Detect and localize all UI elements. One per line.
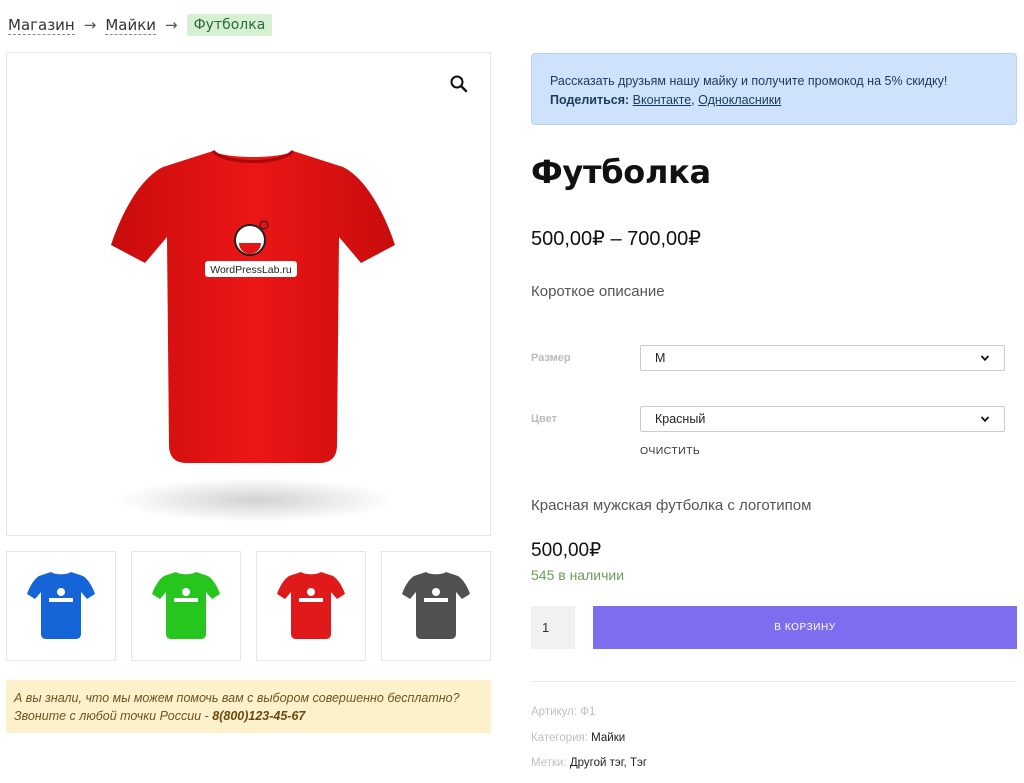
add-to-cart-button[interactable]: В КОРЗИНУ xyxy=(593,606,1017,649)
share-text: Рассказать друзьям нашу майку и получите… xyxy=(550,74,948,88)
share-link-ok[interactable]: Однокласники xyxy=(698,93,781,107)
product-tags: Метки: Другой тэг, Тэг xyxy=(531,757,647,769)
help-info-line2: Звоните с любой точки России - 8(800)123… xyxy=(14,707,483,725)
product-short-description: Короткое описание xyxy=(531,283,665,300)
breadcrumb-link-shop[interactable]: Магазин xyxy=(8,16,75,35)
chevron-down-icon xyxy=(980,355,990,362)
thumbnail-green[interactable] xyxy=(131,551,241,661)
chevron-down-icon xyxy=(980,416,990,423)
product-title: Футболка xyxy=(531,153,711,191)
help-info-line2-text: Звоните с любой точки России - xyxy=(14,709,213,723)
variation-description: Красная мужская футболка с логотипом xyxy=(531,497,812,514)
tshirt-thumb-icon xyxy=(277,572,345,639)
size-select[interactable]: M xyxy=(640,345,1005,371)
category-link[interactable]: Майки xyxy=(591,732,625,744)
breadcrumb-separator: → xyxy=(83,16,97,34)
category-label: Категория: xyxy=(531,732,588,744)
breadcrumb-current: Футболка xyxy=(186,14,273,36)
tag-separator: , xyxy=(623,757,627,769)
thumbnail-red[interactable] xyxy=(256,551,366,661)
sku-value: Ф1 xyxy=(580,706,596,718)
tag-link[interactable]: Тэг xyxy=(630,757,647,769)
tshirt-image: WordPressLab.ru xyxy=(111,149,395,522)
size-select-value: M xyxy=(655,351,666,365)
quantity-input[interactable]: 1 xyxy=(531,606,575,649)
thumbnail-blue[interactable] xyxy=(6,551,116,661)
breadcrumb-link-tshirts[interactable]: Майки xyxy=(105,16,157,35)
tag-link[interactable]: Другой тэг xyxy=(570,757,624,769)
thumbnail-gallery xyxy=(6,551,491,661)
zoom-icon[interactable] xyxy=(448,73,470,95)
tshirt-thumb-icon xyxy=(402,572,470,639)
share-box: Рассказать друзьям нашу майку и получите… xyxy=(531,53,1017,125)
tshirt-thumb-icon xyxy=(152,572,220,639)
breadcrumb-separator: → xyxy=(165,16,178,34)
help-info-box: А вы знали, что мы можем помочь вам с вы… xyxy=(6,680,491,733)
clear-selection-link[interactable]: ОЧИСТИТЬ xyxy=(640,445,700,457)
product-sku: Артикул: Ф1 xyxy=(531,706,595,718)
size-label: Размер xyxy=(531,352,571,364)
tshirt-logo-text: WordPressLab.ru xyxy=(210,264,292,276)
share-comma: , xyxy=(691,93,695,107)
share-link-vk[interactable]: Вконтакте xyxy=(633,93,691,107)
phone-number: 8(800)123-45-67 xyxy=(212,709,306,723)
sku-label: Артикул: xyxy=(531,706,578,718)
product-category: Категория: Майки xyxy=(531,732,625,744)
divider xyxy=(531,681,1017,682)
variation-price: 500,00₽ xyxy=(531,540,602,561)
help-info-line1: А вы знали, что мы можем помочь вам с вы… xyxy=(14,691,460,705)
product-main-image[interactable]: WordPressLab.ru xyxy=(6,52,491,536)
stock-status: 545 в наличии xyxy=(531,567,625,583)
share-label: Поделиться: xyxy=(550,93,630,107)
breadcrumb: Магазин → Майки → Футболка xyxy=(8,14,273,36)
color-select-value: Красный xyxy=(655,412,706,426)
thumbnail-gray[interactable] xyxy=(381,551,491,661)
tags-label: Метки: xyxy=(531,757,567,769)
product-price-range: 500,00₽ – 700,00₽ xyxy=(531,228,702,250)
color-select[interactable]: Красный xyxy=(640,406,1005,432)
color-label: Цвет xyxy=(531,413,558,425)
tshirt-thumb-icon xyxy=(27,572,95,639)
share-links: Поделиться: Вконтакте, Однокласники xyxy=(550,91,998,110)
